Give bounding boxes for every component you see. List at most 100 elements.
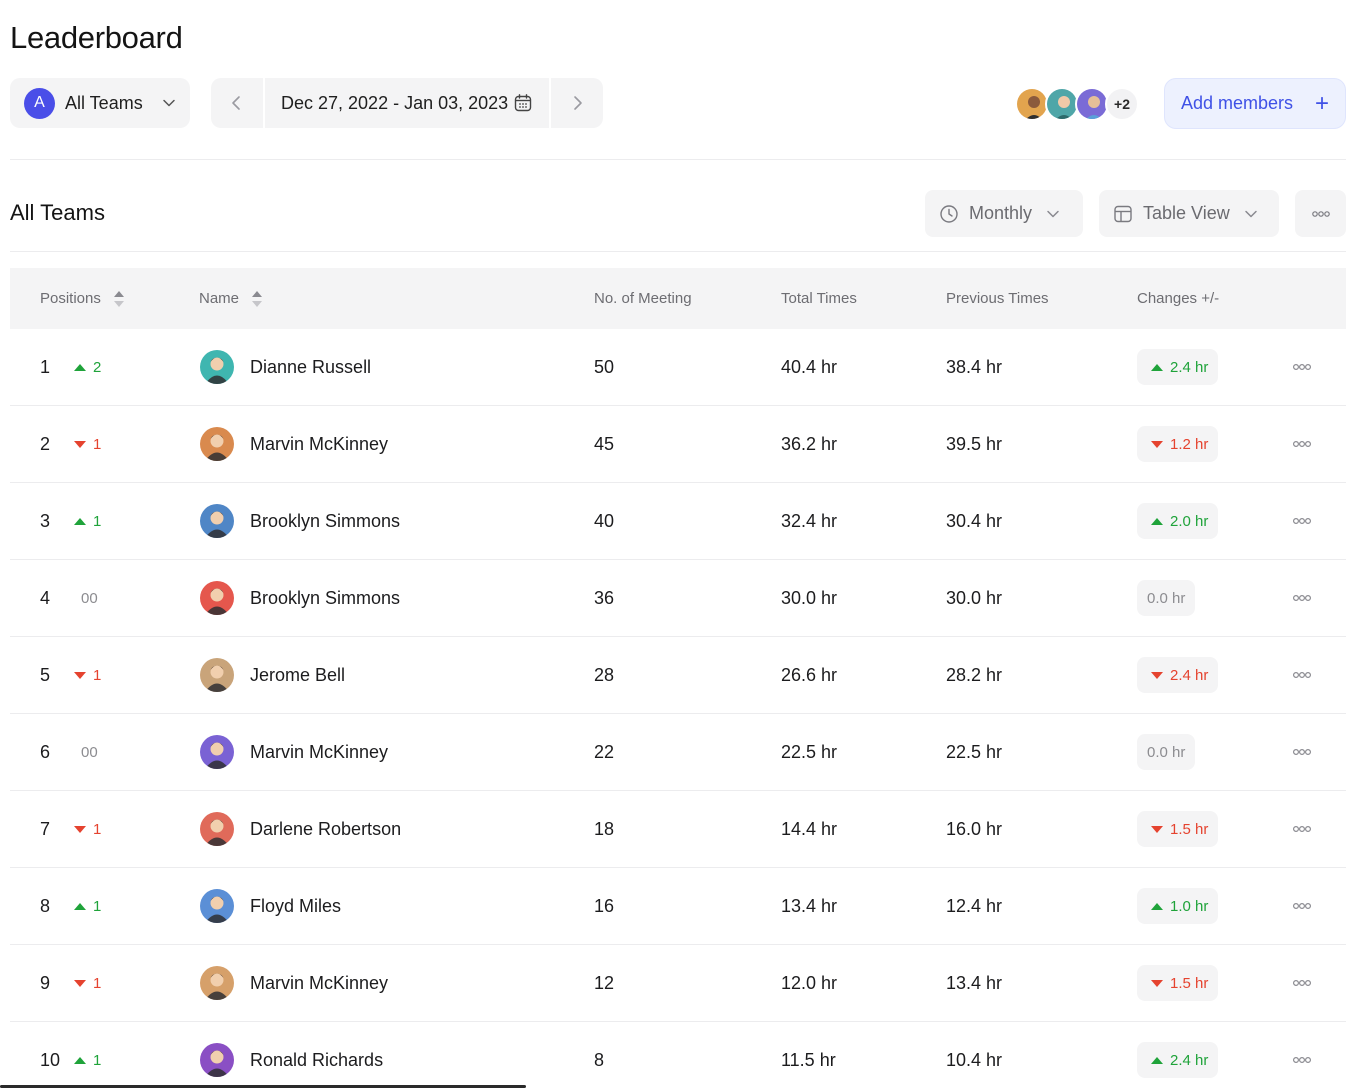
position-change-value: 2	[93, 359, 102, 376]
change-value: 1.2 hr	[1170, 435, 1209, 453]
row-more-icon[interactable]	[1291, 821, 1313, 837]
position-number: 6	[40, 742, 51, 762]
change-value: 1.5 hr	[1170, 820, 1209, 838]
avatar	[200, 889, 234, 923]
change-value: 2.4 hr	[1170, 358, 1209, 376]
column-previous-times: Previous Times	[946, 290, 1049, 307]
member-name[interactable]: Brooklyn Simmons	[250, 560, 400, 637]
row-more-icon[interactable]	[1291, 436, 1313, 452]
arrow-up-icon	[74, 1057, 86, 1064]
change-badge: 0.0 hr	[1137, 580, 1196, 616]
meeting-count: 12	[594, 973, 615, 993]
meeting-count: 50	[594, 357, 615, 377]
chevron-down-icon	[1047, 210, 1059, 217]
previous-range-button[interactable]	[211, 78, 263, 128]
date-range-field[interactable]: Dec 27, 2022 - Jan 03, 2023	[263, 78, 551, 128]
total-times: 26.6 hr	[781, 665, 838, 685]
position-change-value: 1	[93, 898, 102, 915]
arrow-down-icon	[1151, 979, 1163, 987]
arrow-down-icon	[1151, 825, 1163, 833]
page-title: Leaderboard	[10, 20, 183, 55]
arrow-down-icon	[74, 826, 86, 833]
column-name[interactable]: Name	[199, 268, 263, 329]
column-positions[interactable]: Positions	[40, 268, 125, 329]
date-range-text: Dec 27, 2022 - Jan 03, 2023	[281, 92, 509, 113]
row-more-icon[interactable]	[1291, 975, 1313, 991]
plus-icon: +	[1314, 89, 1329, 117]
table-row[interactable]: 8 1 Floyd Miles 16 13.4 hr 12.4 hr 1.0 hr	[10, 868, 1346, 945]
table-row[interactable]: 5 1 Jerome Bell 28 26.6 hr 28.2 hr 2.4 hr	[10, 637, 1346, 714]
total-times: 36.2 hr	[781, 434, 838, 454]
member-name[interactable]: Jerome Bell	[250, 637, 345, 714]
change-value: 0.0 hr	[1147, 743, 1186, 761]
member-name[interactable]: Ronald Richards	[250, 1022, 383, 1088]
table-header: Positions Name No. of Meeting Total Time…	[10, 268, 1346, 329]
section-title: All Teams	[10, 200, 105, 225]
table-row[interactable]: 1 2 Dianne Russell 50 40.4 hr 38.4 hr 2.4 hr	[10, 329, 1346, 406]
row-more-icon[interactable]	[1291, 898, 1313, 914]
add-members-button[interactable]: Add members +	[1164, 78, 1346, 129]
member-avatar-stack[interactable]: +2	[1015, 86, 1139, 122]
table-row[interactable]: 3 1 Brooklyn Simmons 40 32.4 hr 30.4 hr 2.0 hr	[10, 483, 1346, 560]
position-change: 1	[74, 483, 101, 560]
sort-icon	[252, 290, 263, 307]
row-more-icon[interactable]	[1291, 1052, 1313, 1068]
position-change-value: 1	[93, 1052, 102, 1069]
total-times: 32.4 hr	[781, 511, 838, 531]
member-name[interactable]: Marvin McKinney	[250, 945, 388, 1022]
row-more-icon[interactable]	[1291, 513, 1313, 529]
meeting-count: 28	[594, 665, 615, 685]
member-name[interactable]: Dianne Russell	[250, 329, 371, 406]
next-range-button[interactable]	[551, 78, 603, 128]
previous-times: 12.4 hr	[946, 896, 1003, 916]
position-change: 2	[74, 329, 101, 406]
column-meetings: No. of Meeting	[594, 290, 692, 307]
previous-times: 28.2 hr	[946, 665, 1003, 685]
change-value: 2.4 hr	[1170, 666, 1209, 684]
team-select[interactable]: A All Teams	[10, 78, 190, 128]
member-name[interactable]: Brooklyn Simmons	[250, 483, 400, 560]
total-times: 22.5 hr	[781, 742, 838, 762]
arrow-down-icon	[1151, 440, 1163, 448]
meeting-count: 36	[594, 588, 615, 608]
period-select-label: Monthly	[969, 203, 1033, 223]
total-times: 11.5 hr	[781, 1050, 836, 1070]
table-row[interactable]: 4 00 Brooklyn Simmons 36 30.0 hr 30.0 hr 0.0 h…	[10, 560, 1346, 637]
more-dots-icon	[1311, 210, 1330, 217]
period-select[interactable]: Monthly	[925, 190, 1083, 237]
change-value: 1.5 hr	[1170, 974, 1209, 992]
table-row[interactable]: 9 1 Marvin McKinney 12 12.0 hr 13.4 hr 1.5 hr	[10, 945, 1346, 1022]
change-badge: 2.4 hr	[1137, 349, 1219, 385]
date-range-picker: Dec 27, 2022 - Jan 03, 2023	[211, 78, 603, 128]
arrow-down-icon	[74, 980, 86, 987]
row-more-icon[interactable]	[1291, 744, 1313, 760]
arrow-up-icon	[1151, 902, 1163, 910]
meeting-count: 45	[594, 434, 615, 454]
column-total-times: Total Times	[781, 290, 857, 307]
position-change: 1	[74, 637, 101, 714]
table-row[interactable]: 7 1 Darlene Robertson 18 14.4 hr 16.0 hr 1.5 h…	[10, 791, 1346, 868]
view-select-label: Table View	[1143, 203, 1230, 223]
row-more-icon[interactable]	[1291, 359, 1313, 375]
meeting-count: 40	[594, 511, 615, 531]
table-row[interactable]: 10 1 Ronald Richards 8 11.5 hr 10.4 hr 2.4 hr	[10, 1022, 1346, 1088]
table-row[interactable]: 6 00 Marvin McKinney 22 22.5 hr 22.5 hr 0.0 hr	[10, 714, 1346, 791]
member-name[interactable]: Marvin McKinney	[250, 714, 388, 791]
previous-times: 10.4 hr	[946, 1050, 1003, 1070]
more-options-button[interactable]	[1295, 190, 1346, 237]
member-name[interactable]: Floyd Miles	[250, 868, 341, 945]
view-select[interactable]: Table View	[1099, 190, 1279, 237]
member-name[interactable]: Darlene Robertson	[250, 791, 401, 868]
chevron-down-icon	[1244, 210, 1257, 217]
member-name[interactable]: Marvin McKinney	[250, 406, 388, 483]
position-change-value: 1	[93, 975, 102, 992]
arrow-down-icon	[1151, 671, 1163, 679]
team-select-label: All Teams	[65, 92, 143, 113]
table-row[interactable]: 2 1 Marvin McKinney 45 36.2 hr 39.5 hr 1.2 hr	[10, 406, 1346, 483]
change-badge: 1.5 hr	[1137, 811, 1219, 847]
change-badge: 1.5 hr	[1137, 965, 1219, 1001]
row-more-icon[interactable]	[1291, 667, 1313, 683]
row-more-icon[interactable]	[1291, 590, 1313, 606]
avatar	[200, 812, 234, 846]
arrow-down-icon	[74, 672, 86, 679]
